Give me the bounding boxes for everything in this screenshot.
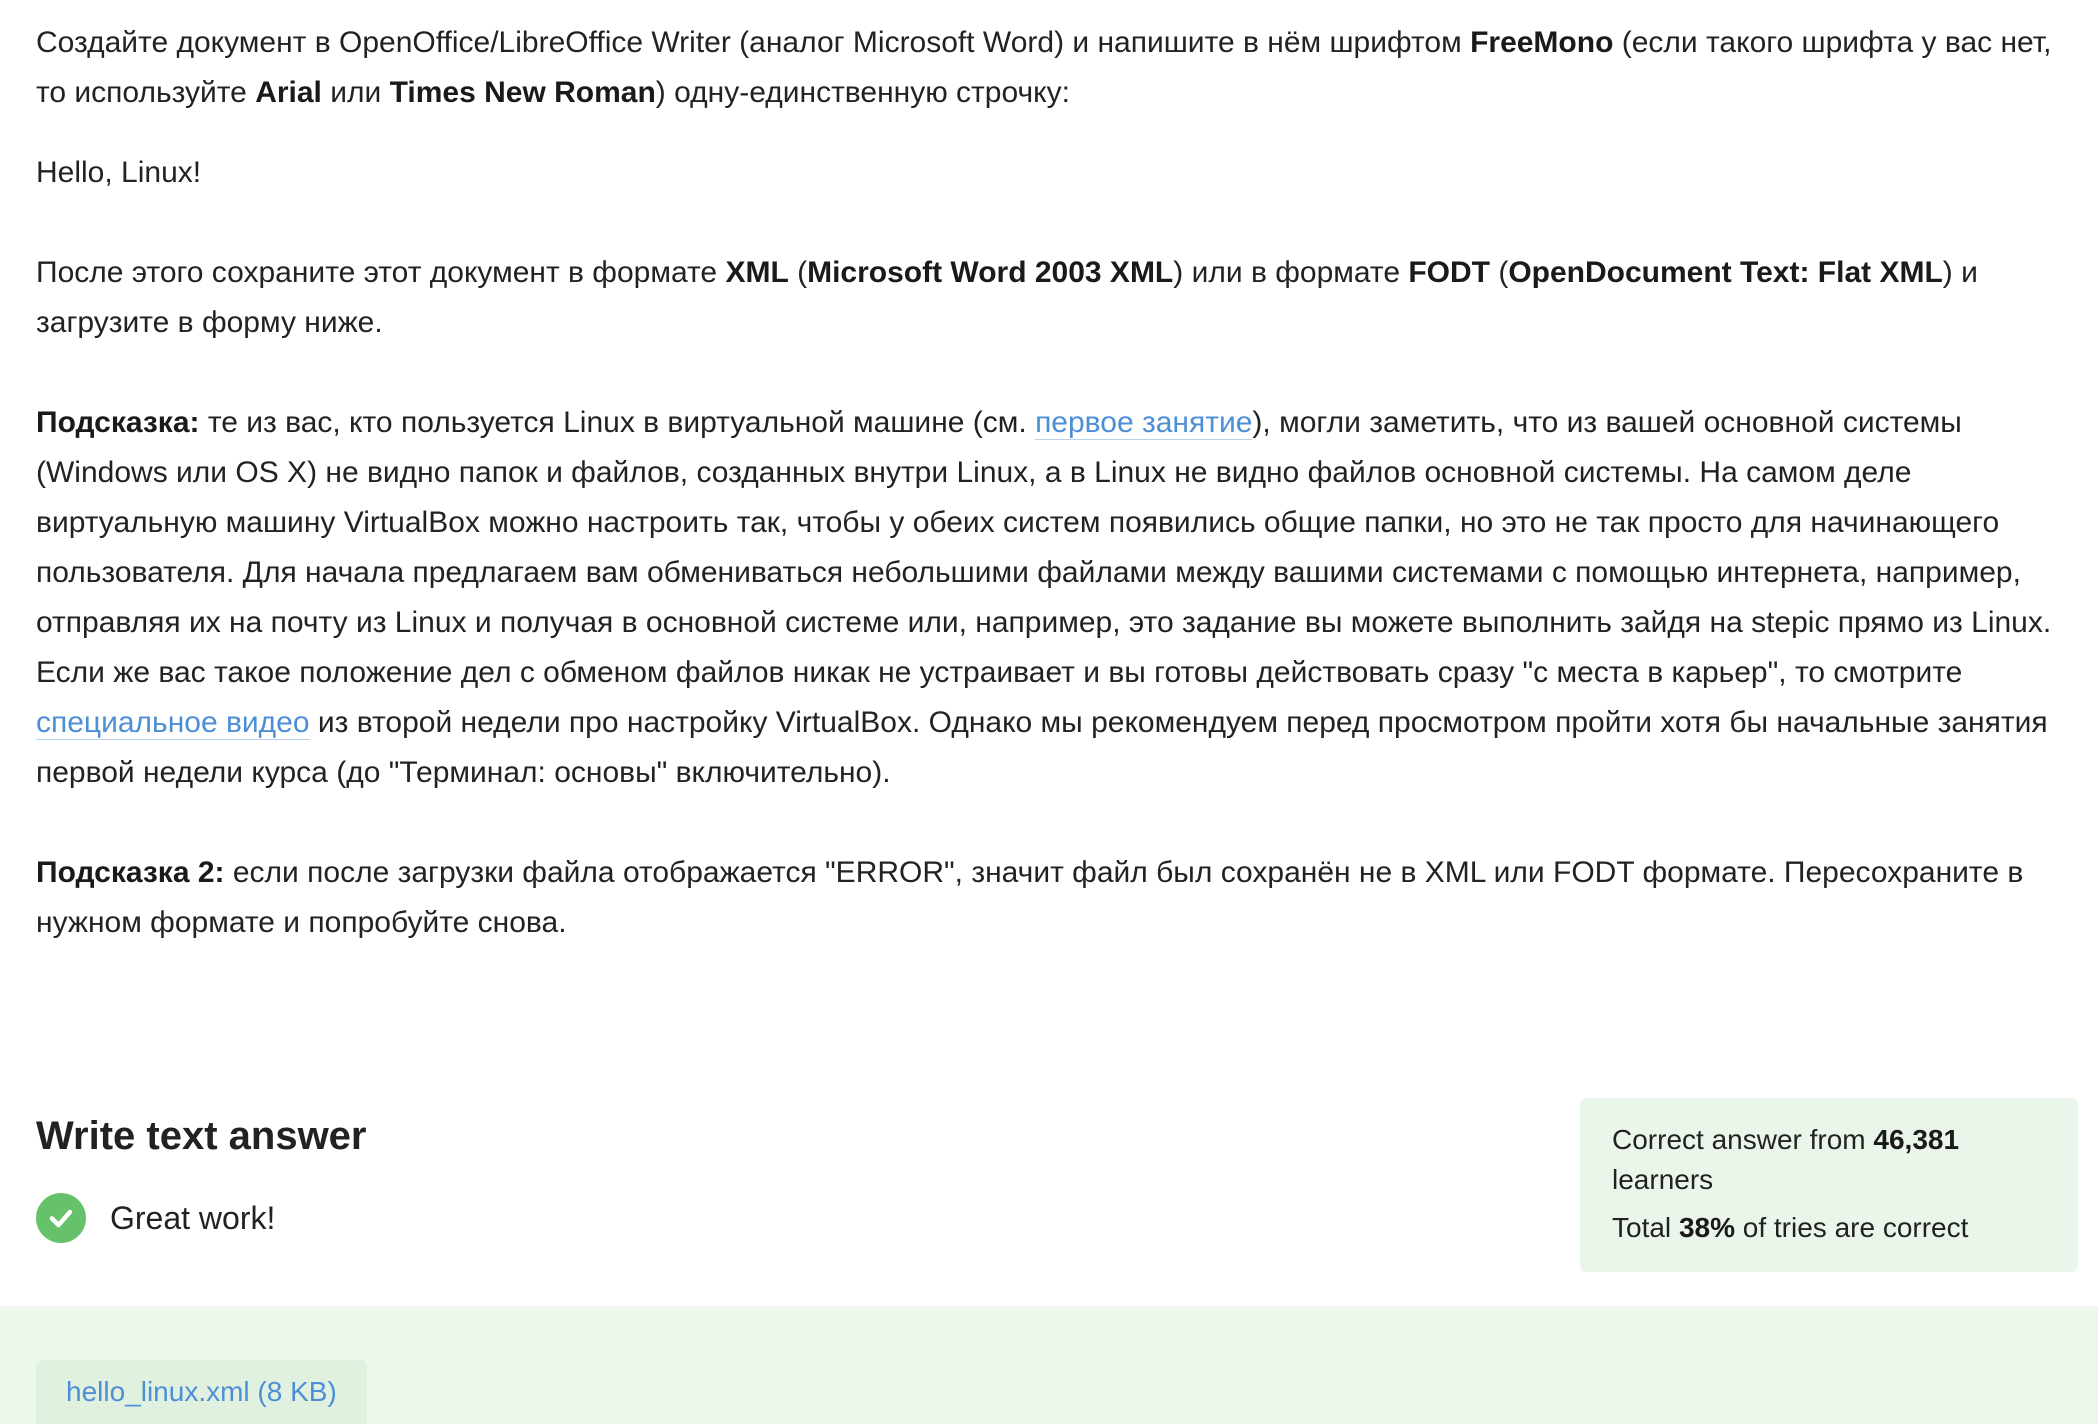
format-name: Microsoft Word 2003 XML — [807, 256, 1174, 289]
text: После этого сохраните этот документ в фо… — [36, 256, 726, 289]
text: или — [321, 76, 390, 109]
task-paragraph-1: Создайте документ в OpenOffice/LibreOffi… — [36, 18, 2076, 118]
learners-count: 46,381 — [1873, 1124, 1960, 1155]
answer-status: Great work! — [36, 1192, 275, 1244]
special-video-link[interactable]: специальное видео — [36, 706, 310, 740]
correct-percent: 38% — [1678, 1212, 1735, 1243]
font-name: Arial — [255, 76, 322, 109]
text: если после загрузки файла отображается "… — [36, 856, 2024, 939]
text: learners — [1612, 1164, 1714, 1195]
format-name: FODT — [1408, 256, 1490, 289]
text: ( — [1490, 256, 1509, 289]
check-circle-icon — [36, 1193, 86, 1243]
task-paragraph-3: После этого сохраните этот документ в фо… — [36, 248, 2076, 348]
format-name: XML — [725, 256, 789, 289]
font-name: FreeMono — [1470, 26, 1614, 59]
hint-2-paragraph: Подсказка 2: если после загрузки файла о… — [36, 848, 2076, 948]
text: из второй недели про настройку VirtualBo… — [36, 706, 2048, 789]
task-description: Создайте документ в OpenOffice/LibreOffi… — [36, 18, 2076, 948]
format-name: OpenDocument Text: Flat XML — [1508, 256, 1943, 289]
text: ), могли заметить, что из вашей основной… — [36, 406, 2052, 639]
answer-stats-box: Correct answer from 46,381 learners Tota… — [1580, 1098, 2078, 1272]
hint-paragraph-continued: Если же вас такое положение дел с обмено… — [36, 648, 2076, 798]
task-sample-line: Hello, Linux! — [36, 156, 202, 189]
uploaded-file-link[interactable]: hello_linux.xml (8 KB) — [36, 1360, 367, 1424]
hint-label: Подсказка: — [36, 406, 200, 439]
text: Total — [1612, 1212, 1679, 1243]
text: Создайте документ в OpenOffice/LibreOffi… — [36, 26, 1471, 59]
submission-panel: hello_linux.xml (8 KB) — [0, 1306, 2098, 1424]
text: ( — [788, 256, 808, 289]
text: ) одну-единственную строчку: — [655, 76, 1070, 109]
text: те из вас, кто пользуется Linux в виртуа… — [199, 406, 1036, 439]
hint-2-label: Подсказка 2: — [36, 856, 225, 889]
text: Если же вас такое положение дел с обмено… — [36, 656, 1963, 689]
text: of tries are correct — [1734, 1212, 1969, 1243]
status-message: Great work! — [110, 1199, 276, 1236]
learners-stat: Correct answer from 46,381 learners — [1612, 1120, 2046, 1200]
text: ) или в формате — [1173, 256, 1409, 289]
hint-paragraph: Подсказка: те из вас, кто пользуется Lin… — [36, 398, 2076, 648]
tries-stat: Total 38% of tries are correct — [1612, 1208, 2046, 1248]
font-name: Times New Roman — [389, 76, 656, 109]
first-lesson-link[interactable]: первое занятие — [1035, 406, 1253, 440]
answer-section-title: Write text answer — [36, 1114, 367, 1158]
text: Correct answer from — [1612, 1124, 1874, 1155]
